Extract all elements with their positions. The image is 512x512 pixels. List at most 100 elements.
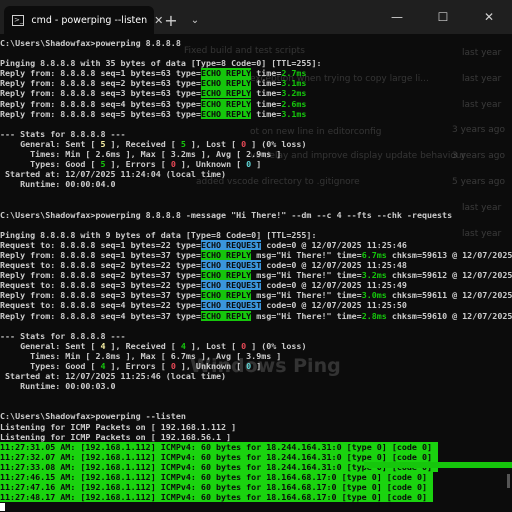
terminal-text: Started at: 12/07/2025 11:25:46 (local t…: [0, 371, 227, 382]
terminal-line: Reply from: 8.8.8.8 seq=3 bytes=37 type=…: [0, 290, 512, 301]
tab-cmd[interactable]: >_ cmd - powerping --listen ✕: [4, 6, 163, 34]
terminal-line: Reply from: 8.8.8.8 seq=2 bytes=63 type=…: [0, 78, 512, 89]
terminal-line: Types: Good [ 5 ], Errors [ 0 ], Unknown…: [0, 159, 512, 169]
terminal-text: Reply from: 8.8.8.8 seq=5 bytes=63 type=: [0, 108, 201, 119]
terminal-text: ECHO REPLY: [200, 290, 252, 301]
terminal-text: --- Stats for 8.8.8.8 ---: [0, 128, 126, 139]
chevron-down-icon[interactable]: ⌄: [184, 6, 206, 34]
terminal-text: code=0 @ 12/07/2025 11:25:50: [261, 300, 407, 311]
terminal-text: 11:27:48.17 AM: [192.168.1.112] ICMPv4: …: [0, 492, 433, 503]
terminal-line: Reply from: 8.8.8.8 seq=3 bytes=63 type=…: [0, 88, 512, 99]
terminal-text: ECHO REQUEST: [200, 300, 262, 311]
terminal-text: ], Errors [: [105, 361, 171, 371]
terminal-text: 3.0ms: [361, 290, 387, 301]
terminal-text: ECHO REPLY: [200, 78, 252, 89]
terminal-text: Listening for ICMP Packets on [ 192.168.…: [0, 421, 237, 432]
title-bar: >_ cmd - powerping --listen ✕ + ⌄ — ☐ ✕: [0, 0, 512, 34]
terminal-text: Pinging 8.8.8.8 with 9 bytes of data [Ty…: [0, 229, 317, 240]
terminal-text: Reply from: 8.8.8.8 seq=2 bytes=37 type=: [0, 270, 201, 281]
terminal-text: ], Received [: [105, 340, 181, 351]
terminal-text: ], Lost [: [185, 340, 242, 351]
terminal-line: 11:27:32.07 AM: [192.168.1.112] ICMPv4: …: [0, 451, 512, 462]
terminal-text: ECHO REPLY: [200, 88, 252, 99]
terminal-text: time=: [251, 88, 282, 99]
terminal-text: Types: Good [: [0, 159, 101, 170]
terminal-text: 3.2ms: [281, 88, 307, 99]
terminal-line: Reply from: 8.8.8.8 seq=4 bytes=63 type=…: [0, 98, 512, 109]
terminal-text: ] (0% loss): [246, 138, 307, 149]
terminal-line: Times: Min [ 2.6ms ], Max [ 3.2ms ], Avg…: [0, 149, 512, 159]
maximize-button[interactable]: ☐: [420, 0, 466, 34]
terminal-line: C:\Users\Shadowfax>powerping 8.8.8.8 -me…: [0, 210, 512, 220]
terminal-text: 3.2ms: [361, 270, 387, 281]
terminal-line: Pinging 8.8.8.8 with 35 bytes of data [T…: [0, 58, 512, 68]
terminal-line: C:\Users\Shadowfax>powerping 8.8.8.8: [0, 38, 512, 48]
terminal-line: Types: Good [ 4 ], Errors [ 0 ], Unknown…: [0, 361, 512, 371]
terminal-text: code=0 @ 12/07/2025 11:25:49: [261, 280, 407, 291]
close-button[interactable]: ✕: [466, 0, 512, 34]
terminal-text: ], Unknown [: [175, 159, 247, 170]
terminal-line: Request to: 8.8.8.8 seq=2 bytes=22 type=…: [0, 260, 512, 271]
terminal-text: ], Errors [: [105, 159, 171, 170]
terminal-text: Reply from: 8.8.8.8 seq=2 bytes=63 type=: [0, 78, 201, 89]
terminal-text: Times: Min [ 2.8ms ], Max [ 6.7ms ], Avg…: [0, 350, 282, 361]
new-tab-button[interactable]: +: [158, 6, 184, 34]
terminal-text: C:\Users\Shadowfax>powerping --listen: [0, 411, 186, 422]
terminal-text: 11:27:32.07 AM: [192.168.1.112] ICMPv4: …: [0, 451, 439, 462]
terminal-line: Reply from: 8.8.8.8 seq=2 bytes=37 type=…: [0, 270, 512, 281]
terminal-text: msg="Hi There!" time=: [251, 249, 362, 260]
terminal-text: Request to: 8.8.8.8 seq=3 bytes=22 type=: [0, 280, 201, 291]
terminal-text: chksm=59613 @ 12/07/2025 11:25:47.001: [391, 249, 512, 260]
terminal-line: Listening for ICMP Packets on [ 192.168.…: [0, 432, 512, 442]
terminal-text: 3.1ms: [281, 108, 307, 119]
terminal-text: ECHO REQUEST: [200, 260, 262, 271]
terminal-line: Reply from: 8.8.8.8 seq=5 bytes=63 type=…: [0, 108, 512, 119]
terminal-line: Request to: 8.8.8.8 seq=3 bytes=22 type=…: [0, 280, 512, 291]
terminal-text: Runtime: 00:00:04.0: [0, 179, 116, 190]
terminal-text: time=: [251, 108, 282, 119]
terminal-output[interactable]: C:\Users\Shadowfax>powerping 8.8.8.8 Ping…: [0, 38, 512, 512]
terminal-icon: >_: [12, 14, 25, 26]
terminal-line: Reply from: 8.8.8.8 seq=1 bytes=37 type=…: [0, 249, 512, 260]
terminal-text: Pinging 8.8.8.8 with 35 bytes of data [T…: [0, 58, 322, 69]
terminal-text: time=: [251, 78, 282, 89]
terminal-line: Pinging 8.8.8.8 with 9 bytes of data [Ty…: [0, 230, 512, 240]
terminal-text: Reply from: 8.8.8.8 seq=3 bytes=63 type=: [0, 88, 201, 99]
highlight-strip: [364, 462, 512, 468]
terminal-line: Request to: 8.8.8.8 seq=1 bytes=22 type=…: [0, 239, 512, 250]
terminal-text: ECHO REPLY: [200, 108, 252, 119]
terminal-text: General: Sent [: [0, 340, 101, 351]
terminal-text: 3.1ms: [281, 78, 307, 89]
terminal-line: Reply from: 8.8.8.8 seq=1 bytes=63 type=…: [0, 68, 512, 79]
terminal-text: 2.8ms: [361, 310, 387, 321]
terminal-line: Listening for ICMP Packets on [ 192.168.…: [0, 422, 512, 432]
terminal-text: ], Lost [: [185, 138, 242, 149]
terminal-line: Runtime: 00:00:03.0: [0, 381, 512, 391]
terminal-line: 11:27:48.17 AM: [192.168.1.112] ICMPv4: …: [0, 492, 512, 503]
window-controls: — ☐ ✕: [374, 0, 512, 34]
scrollbar[interactable]: [507, 474, 510, 488]
terminal-line: Started at: 12/07/2025 11:25:46 (local t…: [0, 371, 512, 381]
terminal-text: ECHO REPLY: [200, 270, 252, 281]
terminal-text: Request to: 8.8.8.8 seq=1 bytes=22 type=: [0, 239, 201, 250]
terminal-text: time=: [251, 98, 282, 109]
text-cursor: [0, 503, 5, 512]
terminal-text: msg="Hi There!" time=: [251, 290, 362, 301]
terminal-text: ECHO REQUEST: [200, 239, 262, 250]
terminal-text: Reply from: 8.8.8.8 seq=1 bytes=37 type=: [0, 249, 201, 260]
terminal-text: Request to: 8.8.8.8 seq=4 bytes=22 type=: [0, 300, 201, 311]
terminal-text: C:\Users\Shadowfax>powerping 8.8.8.8: [0, 38, 181, 48]
terminal-text: Runtime: 00:00:03.0: [0, 381, 116, 392]
terminal-text: ] (0% loss): [246, 340, 307, 351]
terminal-text: 2.7ms: [281, 68, 307, 79]
terminal-text: 6.7ms: [361, 249, 387, 260]
terminal-text: code=0 @ 12/07/2025 11:25:46: [261, 239, 407, 250]
terminal-text: code=0 @ 12/07/2025 11:25:48: [261, 260, 407, 271]
minimize-button[interactable]: —: [374, 0, 420, 34]
terminal-line: Request to: 8.8.8.8 seq=4 bytes=22 type=…: [0, 300, 512, 311]
